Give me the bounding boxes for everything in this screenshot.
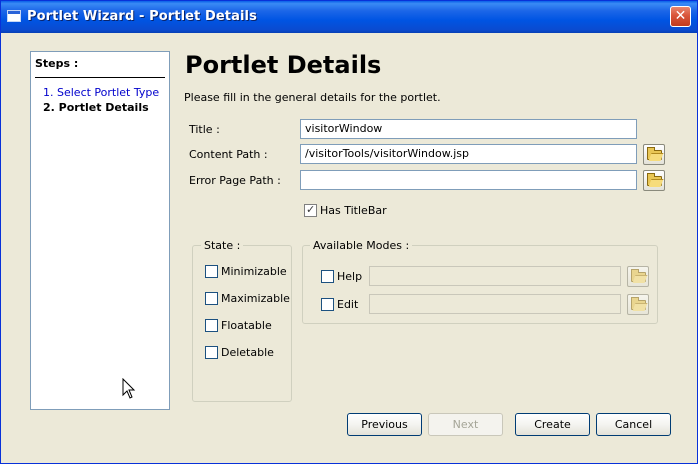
open-folder-icon <box>631 297 646 310</box>
floatable-label: Floatable <box>221 319 272 332</box>
title-label: Title : <box>189 123 220 136</box>
maximizable-label: Maximizable <box>221 292 290 305</box>
next-button[interactable]: Next <box>428 413 503 436</box>
edit-mode-browse-button[interactable] <box>627 294 649 315</box>
mouse-pointer-icon <box>122 378 136 399</box>
portlet-wizard-window: Portlet Wizard - Portlet Details ✕ Steps… <box>0 0 698 464</box>
has-titlebar-checkbox[interactable] <box>304 203 317 217</box>
cancel-button[interactable]: Cancel <box>596 413 671 436</box>
title-bar[interactable]: Portlet Wizard - Portlet Details ✕ <box>1 1 697 33</box>
edit-mode-label: Edit <box>337 298 359 311</box>
edit-mode-checkbox[interactable] <box>321 298 334 311</box>
help-mode-label: Help <box>337 270 363 283</box>
maximizable-checkbox[interactable] <box>205 292 218 305</box>
floatable-checkbox[interactable] <box>205 319 218 332</box>
minimizable-checkbox[interactable] <box>205 265 218 278</box>
content-path-browse-button[interactable] <box>643 144 665 165</box>
title-input[interactable]: visitorWindow <box>300 119 637 139</box>
help-mode-checkbox[interactable] <box>321 270 334 283</box>
window-icon <box>7 10 21 22</box>
steps-panel: Steps : 1. Select Portlet Type 2. Portle… <box>30 51 170 410</box>
previous-button[interactable]: Previous <box>347 413 422 436</box>
has-titlebar-label: Has TitleBar <box>320 204 387 217</box>
steps-divider <box>35 77 165 78</box>
edit-mode-path-input[interactable] <box>369 294 621 314</box>
help-mode-path-input[interactable] <box>369 266 621 286</box>
help-mode-browse-button[interactable] <box>627 266 649 287</box>
close-button[interactable]: ✕ <box>670 6 691 27</box>
available-modes-group: Available Modes : Help Edit <box>302 239 658 324</box>
error-page-path-label: Error Page Path : <box>189 174 281 187</box>
open-folder-icon <box>647 173 662 186</box>
content-path-label: Content Path : <box>189 148 268 161</box>
create-button[interactable]: Create <box>515 413 590 436</box>
step-portlet-details: 2. Portlet Details <box>43 101 149 114</box>
state-group: State : Minimizable Maximizable Floatabl… <box>192 239 292 402</box>
available-modes-legend: Available Modes : <box>310 239 413 252</box>
open-folder-icon <box>631 269 646 282</box>
deletable-checkbox[interactable] <box>205 346 218 359</box>
window-title: Portlet Wizard - Portlet Details <box>27 9 257 24</box>
error-page-browse-button[interactable] <box>643 170 665 191</box>
minimizable-label: Minimizable <box>221 265 287 278</box>
content-path-input[interactable]: /visitorTools/visitorWindow.jsp <box>300 144 637 164</box>
page-title: Portlet Details <box>185 51 382 79</box>
steps-header: Steps : <box>35 57 79 70</box>
deletable-label: Deletable <box>221 346 274 359</box>
state-legend: State : <box>201 239 244 252</box>
open-folder-icon <box>647 147 662 160</box>
page-description: Please fill in the general details for t… <box>184 91 441 104</box>
error-page-path-input[interactable] <box>300 170 637 190</box>
step-select-portlet-type[interactable]: 1. Select Portlet Type <box>43 86 159 99</box>
